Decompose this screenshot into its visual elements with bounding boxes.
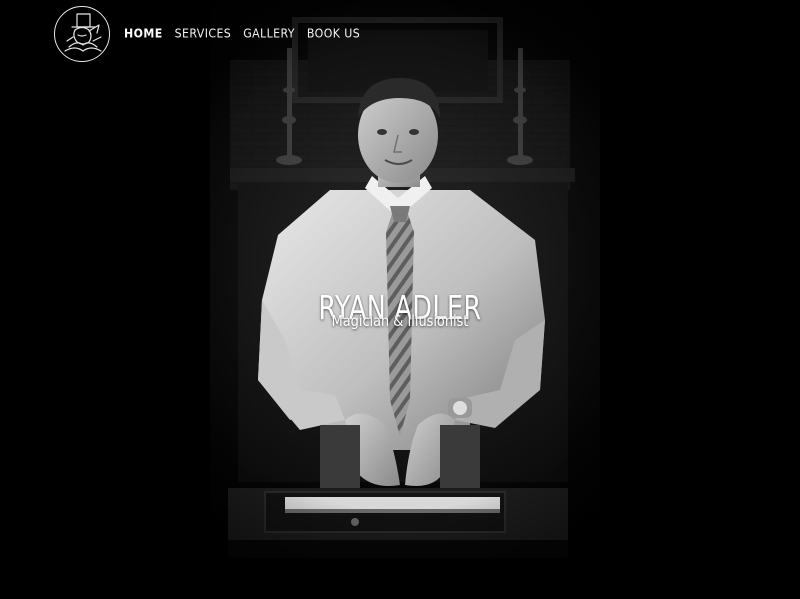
- nav-item-book-us[interactable]: BOOK US: [307, 26, 360, 42]
- nav-item-gallery[interactable]: GALLERY: [243, 26, 295, 42]
- magician-top-hat-logo-icon[interactable]: [54, 6, 110, 62]
- hero-subtitle: Magician & Illusionist: [331, 312, 469, 330]
- main-nav: HOME SERVICES GALLERY BOOK US: [124, 26, 360, 42]
- page: HOME SERVICES GALLERY BOOK US RYAN ADLER…: [0, 0, 800, 599]
- nav-item-services[interactable]: SERVICES: [175, 26, 232, 42]
- nav-item-home[interactable]: HOME: [124, 26, 163, 42]
